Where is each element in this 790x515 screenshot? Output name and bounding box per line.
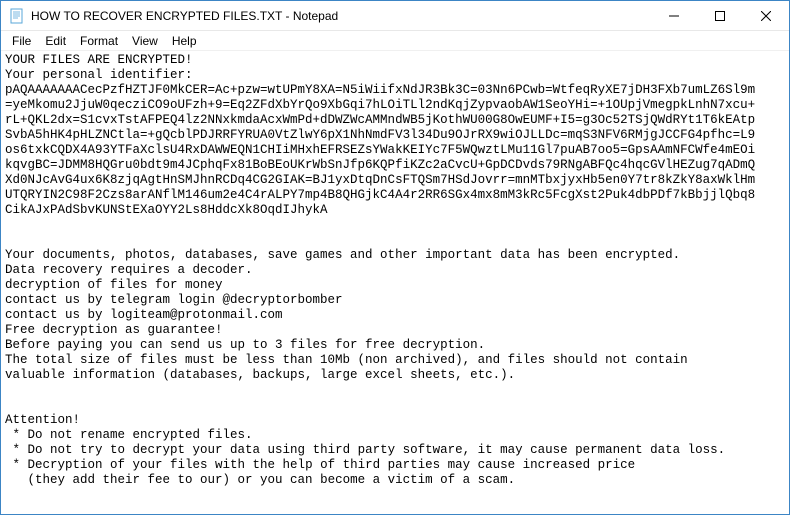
maximize-button[interactable] — [697, 1, 743, 30]
text-line — [5, 218, 785, 233]
text-line: valuable information (databases, backups… — [5, 368, 785, 383]
menu-help[interactable]: Help — [165, 32, 204, 50]
text-line: os6txkCQDX4A93YTFaXclsU4RxDAWWEQN1CHIiMH… — [5, 143, 785, 158]
text-line: (they add their fee to our) or you can b… — [5, 473, 785, 488]
menubar: File Edit Format View Help — [1, 31, 789, 51]
text-line: decryption of files for money — [5, 278, 785, 293]
menu-view[interactable]: View — [125, 32, 165, 50]
text-line: The total size of files must be less tha… — [5, 353, 785, 368]
window-controls — [651, 1, 789, 30]
text-line: * Decryption of your files with the help… — [5, 458, 785, 473]
text-line: YOUR FILES ARE ENCRYPTED! — [5, 53, 785, 68]
notepad-icon — [9, 8, 25, 24]
text-line: Data recovery requires a decoder. — [5, 263, 785, 278]
window-title: HOW TO RECOVER ENCRYPTED FILES.TXT - Not… — [25, 9, 651, 23]
text-line: Your personal identifier: — [5, 68, 785, 83]
text-line: Your documents, photos, databases, save … — [5, 248, 785, 263]
text-line: =yeMkomu2JjuW0qecziCO9oUFzh+9=Eq2ZFdXbYr… — [5, 98, 785, 113]
text-line — [5, 383, 785, 398]
text-line: rL+QKL2dx=S1cvxTstAFPEQ4lz2NNxkmdaAcxWmP… — [5, 113, 785, 128]
text-line: Attention! — [5, 413, 785, 428]
text-line: pAQAAAAAAACecPzfHZTJF0MkCER=Ac+pzw=wtUPm… — [5, 83, 785, 98]
text-content-area[interactable]: YOUR FILES ARE ENCRYPTED!Your personal i… — [1, 51, 789, 514]
text-line — [5, 398, 785, 413]
text-line: * Do not try to decrypt your data using … — [5, 443, 785, 458]
menu-edit[interactable]: Edit — [38, 32, 73, 50]
text-line: contact us by logiteam@protonmail.com — [5, 308, 785, 323]
text-line: SvbA5hHK4pHLZNCtla=+gQcblPDJRRFYRUA0VtZl… — [5, 128, 785, 143]
text-line: kqvgBC=JDMM8HQGru0bdt9m4JCphqFx81BoBEoUK… — [5, 158, 785, 173]
text-line: Before paying you can send us up to 3 fi… — [5, 338, 785, 353]
text-line — [5, 233, 785, 248]
text-line: * Do not rename encrypted files. — [5, 428, 785, 443]
text-line: Xd0NJcAvG4ux6K8zjqAgtHnSMJhnRCDq4CG2GIAK… — [5, 173, 785, 188]
minimize-button[interactable] — [651, 1, 697, 30]
menu-file[interactable]: File — [5, 32, 38, 50]
close-button[interactable] — [743, 1, 789, 30]
menu-format[interactable]: Format — [73, 32, 125, 50]
text-line: UTQRYIN2C98F2Czs8arANflM146um2e4C4rALPY7… — [5, 188, 785, 203]
titlebar: HOW TO RECOVER ENCRYPTED FILES.TXT - Not… — [1, 1, 789, 31]
text-line: CikAJxPAdSbvKUNStEXaOYY2Ls8HddcXk8OqdIJh… — [5, 203, 785, 218]
text-line: Free decryption as guarantee! — [5, 323, 785, 338]
text-line: contact us by telegram login @decryptorb… — [5, 293, 785, 308]
